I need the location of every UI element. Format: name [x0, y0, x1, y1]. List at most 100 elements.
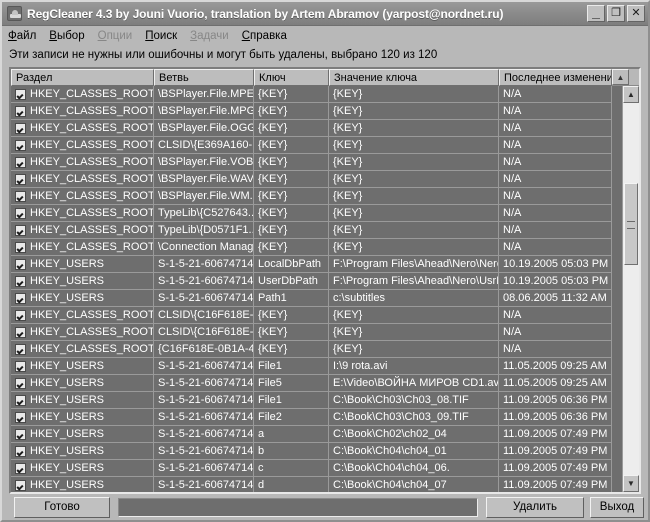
table-row[interactable]: HKEY_USERS S-1-5-21-60674714... Path1 c:\su…: [11, 290, 622, 307]
table-row[interactable]: HKEY_USERS S-1-5-21-60674714... UserDbPath…: [11, 273, 622, 290]
column-header-3[interactable]: Значение ключа: [329, 69, 499, 86]
cell-modified: N/A: [499, 222, 612, 239]
table-row[interactable]: HKEY_CLASSES_ROOT TypeLib\{D0571F1... {KEY…: [11, 222, 622, 239]
cell-modified: N/A: [499, 137, 612, 154]
row-checkbox[interactable]: [15, 445, 26, 457]
table-row[interactable]: HKEY_USERS S-1-5-21-60674714... d C:\Book\C…: [11, 477, 622, 492]
row-checkbox[interactable]: [15, 105, 26, 117]
scrollbar-track[interactable]: [623, 103, 639, 475]
menu-item-2: Опции: [98, 30, 133, 42]
cell-value: C:\Book\Ch03\Ch03_09.TIF: [329, 409, 499, 426]
row-checkbox[interactable]: [15, 139, 26, 151]
table-row[interactable]: HKEY_USERS S-1-5-21-60674714... c C:\Book\C…: [11, 460, 622, 477]
column-header-4[interactable]: Последнее изменение: [499, 69, 612, 86]
table-row[interactable]: HKEY_CLASSES_ROOT {C16F618E-0B1A-4... {KEY…: [11, 341, 622, 358]
cell-section: HKEY_USERS: [11, 426, 154, 443]
scrollbar-thumb[interactable]: [624, 183, 638, 265]
table-row[interactable]: HKEY_USERS S-1-5-21-60674714... File5 E:\Vi…: [11, 375, 622, 392]
bottom-bar: Готово Удалить Выход: [2, 494, 648, 520]
scroll-down-button[interactable]: ▼: [623, 475, 639, 492]
row-checkbox[interactable]: [15, 343, 26, 355]
table-row[interactable]: HKEY_CLASSES_ROOT TypeLib\{C527643... {KEY…: [11, 205, 622, 222]
exit-button[interactable]: Выход: [590, 496, 644, 518]
minimize-button[interactable]: _: [587, 5, 605, 22]
vertical-scrollbar[interactable]: ▲ ▼: [622, 86, 639, 492]
row-checkbox[interactable]: [15, 224, 26, 236]
status-button[interactable]: Готово: [14, 496, 110, 518]
table-row[interactable]: HKEY_CLASSES_ROOT CLSID\{E369A160-... {KEY…: [11, 137, 622, 154]
row-checkbox[interactable]: [15, 122, 26, 134]
cell-value: C:\Book\Ch04\ch04_07: [329, 477, 499, 492]
column-header-2[interactable]: Ключ: [254, 69, 329, 86]
maximize-button[interactable]: ❐: [607, 5, 625, 22]
row-checkbox[interactable]: [15, 156, 26, 168]
row-checkbox[interactable]: [15, 207, 26, 219]
row-checkbox[interactable]: [15, 309, 26, 321]
menu-item-1[interactable]: Выбор: [49, 30, 84, 42]
cell-key: Path1: [254, 290, 329, 307]
maximize-icon: ❐: [611, 7, 621, 19]
menu-item-5[interactable]: Справка: [242, 30, 287, 42]
registry-entries-list: Раздел Ветвь Ключ Значение ключа Последнее и…: [9, 67, 641, 494]
cell-value: C:\Book\Ch04\ch04_01: [329, 443, 499, 460]
cell-value: {KEY}: [329, 307, 499, 324]
table-row[interactable]: HKEY_CLASSES_ROOT \BSPlayer.File.WAV... {K…: [11, 171, 622, 188]
cell-section: HKEY_CLASSES_ROOT: [11, 103, 154, 120]
menu-item-label: правка: [250, 29, 287, 42]
row-checkbox[interactable]: [15, 275, 26, 287]
cell-modified: 11.09.2005 07:49 PM: [499, 477, 612, 492]
row-checkbox[interactable]: [15, 241, 26, 253]
table-row[interactable]: HKEY_CLASSES_ROOT CLSID\{C16F618E-... {KEY…: [11, 307, 622, 324]
row-checkbox[interactable]: [15, 88, 26, 100]
status-message: Эти записи не нужны или ошибочны и могут…: [2, 45, 648, 65]
table-row[interactable]: HKEY_USERS S-1-5-21-60674714... b C:\Book\C…: [11, 443, 622, 460]
table-row[interactable]: HKEY_CLASSES_ROOT \BSPlayer.File.MPE... {K…: [11, 86, 622, 103]
table-row[interactable]: HKEY_USERS S-1-5-21-60674714... File1 C:\Bo…: [11, 392, 622, 409]
cell-section: HKEY_CLASSES_ROOT: [11, 137, 154, 154]
cell-label: HKEY_CLASSES_ROOT: [30, 207, 153, 219]
application-window: RegCleaner 4.3 by Jouni Vuorio, translat…: [0, 0, 650, 522]
row-checkbox[interactable]: [15, 479, 26, 491]
row-checkbox[interactable]: [15, 411, 26, 423]
table-row[interactable]: HKEY_USERS S-1-5-21-60674714... File2 C:\Bo…: [11, 409, 622, 426]
column-header-1[interactable]: Ветвь: [154, 69, 254, 86]
cell-label: HKEY_CLASSES_ROOT: [30, 309, 153, 321]
cell-value: E:\Video\ВОЙНА МИРОВ CD1.avi: [329, 375, 499, 392]
cell-modified: 11.09.2005 06:36 PM: [499, 392, 612, 409]
delete-button[interactable]: Удалить: [486, 496, 584, 518]
row-checkbox[interactable]: [15, 428, 26, 440]
row-checkbox[interactable]: [15, 190, 26, 202]
menu-item-label: айл: [16, 29, 37, 42]
table-row[interactable]: HKEY_CLASSES_ROOT\BSPlayer.File.OGG...{K…: [11, 120, 622, 137]
table-row[interactable]: HKEY_CLASSES_ROOT CLSID\{C16F618E-... {KEY…: [11, 324, 622, 341]
menu-item-0[interactable]: Файл: [8, 30, 36, 42]
row-checkbox[interactable]: [15, 258, 26, 270]
table-row[interactable]: HKEY_USERS S-1-5-21-60674714... LocalDbPat…: [11, 256, 622, 273]
table-rows[interactable]: HKEY_CLASSES_ROOT \BSPlayer.File.MPE... {K…: [11, 86, 622, 492]
cell-label: HKEY_CLASSES_ROOT: [30, 224, 153, 236]
row-checkbox[interactable]: [15, 326, 26, 338]
title-bar[interactable]: RegCleaner 4.3 by Jouni Vuorio, translat…: [2, 2, 648, 26]
row-checkbox[interactable]: [15, 292, 26, 304]
row-checkbox[interactable]: [15, 394, 26, 406]
scroll-up-button[interactable]: ▲: [623, 86, 639, 103]
table-row[interactable]: HKEY_CLASSES_ROOT \BSPlayer.File.WM... {KE…: [11, 188, 622, 205]
table-row[interactable]: HKEY_CLASSES_ROOT \Connection Manag... {KE…: [11, 239, 622, 256]
table-row[interactable]: HKEY_USERS S-1-5-21-60674714... File1 I:\9 …: [11, 358, 622, 375]
cell-modified: N/A: [499, 120, 612, 137]
cell-label: HKEY_CLASSES_ROOT: [30, 122, 153, 134]
row-checkbox[interactable]: [15, 360, 26, 372]
column-header-0[interactable]: Раздел: [11, 69, 154, 86]
cell-section: HKEY_CLASSES_ROOT: [11, 154, 154, 171]
cell-key: {KEY}: [254, 154, 329, 171]
table-row[interactable]: HKEY_USERS S-1-5-21-60674714... a C:\Book\C…: [11, 426, 622, 443]
close-button[interactable]: ✕: [627, 5, 645, 22]
cell-key: {KEY}: [254, 188, 329, 205]
table-row[interactable]: HKEY_CLASSES_ROOT \BSPlayer.File.MPG... {K…: [11, 103, 622, 120]
row-checkbox[interactable]: [15, 462, 26, 474]
row-checkbox[interactable]: [15, 173, 26, 185]
row-checkbox[interactable]: [15, 377, 26, 389]
menu-item-3[interactable]: Поиск: [145, 30, 177, 42]
cell-section: HKEY_USERS: [11, 290, 154, 307]
table-row[interactable]: HKEY_CLASSES_ROOT \BSPlayer.File.VOB... {K…: [11, 154, 622, 171]
